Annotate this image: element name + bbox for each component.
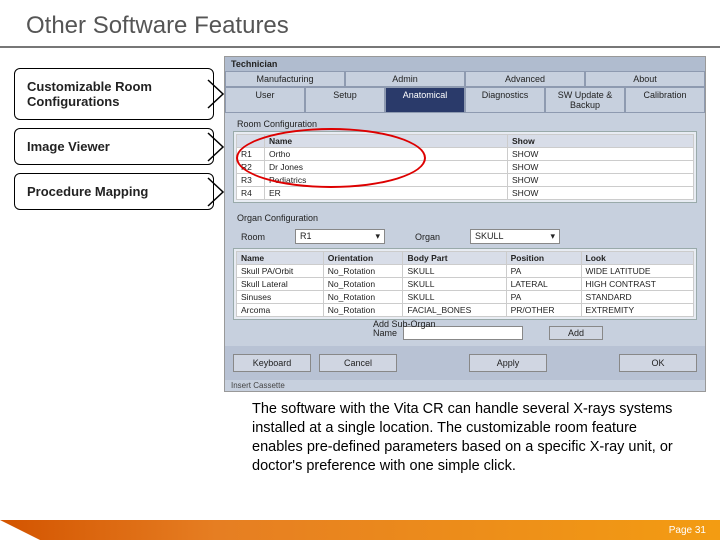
callout-image-viewer: Image Viewer <box>14 128 214 165</box>
keyboard-button[interactable]: Keyboard <box>233 354 311 372</box>
add-suborgan-label: Add Sub-Organ <box>373 319 436 329</box>
subtab-diagnostics[interactable]: Diagnostics <box>465 87 545 113</box>
col-name: Name <box>237 252 324 265</box>
ok-button[interactable]: OK <box>619 354 697 372</box>
table-row: R4ERSHOW <box>237 187 694 200</box>
chevron-down-icon: ▾ <box>375 231 380 242</box>
label-room: Room <box>241 232 265 242</box>
col-name: Name <box>265 135 508 148</box>
chevron-right-icon <box>207 177 229 207</box>
table-row: ArcomaNo_RotationFACIAL_BONESPR/OTHEREXT… <box>237 304 694 317</box>
col-position: Position <box>506 252 581 265</box>
main-tabs[interactable]: Manufacturing Admin Advanced About <box>225 71 705 87</box>
button-row: Keyboard Cancel Apply OK <box>225 346 705 380</box>
organ-dropdown[interactable]: SKULL▾ <box>470 229 560 244</box>
callout-label: Procedure Mapping <box>27 184 148 199</box>
title-rule <box>0 46 720 48</box>
screenshot-window: Technician Manufacturing Admin Advanced … <box>224 56 706 392</box>
room-dropdown[interactable]: R1▾ <box>295 229 385 244</box>
subtab-calibration[interactable]: Calibration <box>625 87 705 113</box>
tab-admin[interactable]: Admin <box>345 71 465 87</box>
table-row: R1OrthoSHOW <box>237 148 694 161</box>
cancel-button[interactable]: Cancel <box>319 354 397 372</box>
footer-bar: Page 31 <box>0 520 720 540</box>
window-title: Technician <box>225 57 705 71</box>
subtab-setup[interactable]: Setup <box>305 87 385 113</box>
chevron-right-icon <box>207 132 229 162</box>
subtab-sw-update[interactable]: SW Update & Backup <box>545 87 625 113</box>
tab-about[interactable]: About <box>585 71 705 87</box>
table-row: R3PediatricsSHOW <box>237 174 694 187</box>
page-number: Page 31 <box>669 525 706 536</box>
col-orientation: Orientation <box>323 252 403 265</box>
callout-label: Image Viewer <box>27 139 110 154</box>
table-row: Skull PA/OrbitNo_RotationSKULLPAWIDE LAT… <box>237 265 694 278</box>
apply-button[interactable]: Apply <box>469 354 547 372</box>
col-show: Show <box>508 135 694 148</box>
status-text: Insert Cassette <box>225 380 705 391</box>
col-look: Look <box>581 252 693 265</box>
tab-manufacturing[interactable]: Manufacturing <box>225 71 345 87</box>
subtab-anatomical[interactable]: Anatomical <box>385 87 465 113</box>
footer-corner <box>0 520 40 540</box>
panel-title-organ: Organ Configuration <box>237 213 697 223</box>
callout-room-config: Customizable Room Configurations <box>14 68 214 120</box>
slide-title: Other Software Features <box>0 0 720 46</box>
caption-text: The software with the Vita CR can handle… <box>0 392 720 475</box>
tab-advanced[interactable]: Advanced <box>465 71 585 87</box>
label-organ: Organ <box>415 232 440 242</box>
subtab-user[interactable]: User <box>225 87 305 113</box>
callout-procedure-mapping: Procedure Mapping <box>14 173 214 210</box>
callout-column: Customizable Room Configurations Image V… <box>14 56 214 392</box>
chevron-right-icon <box>207 79 229 109</box>
name-label: Name <box>373 328 397 338</box>
organ-table[interactable]: Name Orientation Body Part Position Look… <box>236 251 694 317</box>
panel-title-room: Room Configuration <box>237 119 697 129</box>
col-bodypart: Body Part <box>403 252 506 265</box>
table-row: R2Dr JonesSHOW <box>237 161 694 174</box>
callout-label: Customizable Room Configurations <box>27 79 152 109</box>
table-row: SinusesNo_RotationSKULLPASTANDARD <box>237 291 694 304</box>
add-button[interactable]: Add <box>549 326 603 340</box>
table-row: Skull LateralNo_RotationSKULLLATERALHIGH… <box>237 278 694 291</box>
chevron-down-icon: ▾ <box>551 231 556 242</box>
room-table[interactable]: NameShow R1OrthoSHOW R2Dr JonesSHOW R3Pe… <box>236 134 694 200</box>
sub-tabs[interactable]: User Setup Anatomical Diagnostics SW Upd… <box>225 87 705 113</box>
